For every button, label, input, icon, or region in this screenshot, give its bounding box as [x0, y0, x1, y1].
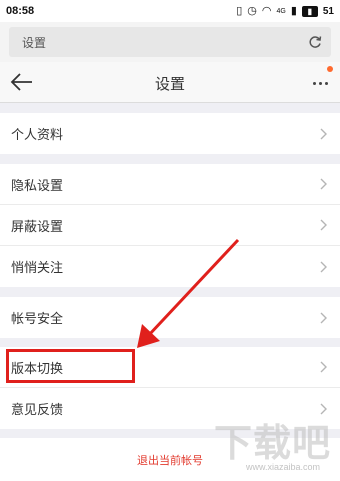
logout-label: 退出当前帐号	[137, 453, 203, 467]
settings-item-label: 版本切换	[11, 361, 64, 377]
page-title: 设置	[154, 75, 185, 93]
status-time: 08:58	[6, 5, 35, 17]
app-header: 设置	[0, 62, 340, 103]
vibrate-icon: ▯	[236, 4, 243, 17]
chevron-right-icon	[320, 312, 327, 323]
battery-icon: ▮	[301, 5, 318, 17]
status-icons: ▯ ◷ ◠ 4G ▮ ▮ 51	[236, 4, 334, 17]
chevron-right-icon	[320, 403, 327, 414]
address-area: 设置	[0, 22, 340, 62]
settings-item-label: 悄悄关注	[11, 261, 64, 276]
address-bar[interactable]: 设置	[9, 27, 331, 57]
settings-item-privacy[interactable]: 隐私设置	[0, 164, 340, 205]
address-text: 设置	[22, 35, 47, 50]
more-button[interactable]	[308, 72, 332, 94]
settings-item-label: 个人资料	[11, 128, 64, 143]
settings-item-feedback[interactable]: 意见反馈	[0, 388, 340, 429]
signal-icon: ▮	[290, 4, 297, 17]
settings-item-label: 意见反馈	[11, 403, 64, 418]
wifi-icon: ◠	[261, 4, 272, 17]
settings-item-secret-follow[interactable]: 悄悄关注	[0, 246, 340, 287]
logout-button[interactable]: 退出当前帐号	[0, 438, 340, 481]
refresh-icon[interactable]	[307, 34, 323, 50]
more-dots-icon	[312, 81, 316, 85]
network-type: 4G	[276, 7, 286, 15]
battery-level: 51	[322, 5, 334, 17]
chevron-right-icon	[320, 261, 327, 272]
chevron-right-icon	[320, 128, 327, 139]
settings-item-account-security[interactable]: 帐号安全	[0, 297, 340, 338]
settings-item-label: 隐私设置	[11, 178, 64, 194]
chevron-right-icon	[320, 178, 327, 190]
settings-item-block[interactable]: 屏蔽设置	[0, 205, 340, 246]
more-dot	[324, 81, 328, 85]
settings-item-label: 屏蔽设置	[11, 219, 64, 235]
settings-item-profile[interactable]: 个人资料	[0, 113, 340, 154]
status-bar: 08:58 ▯ ◷ ◠ 4G ▮ ▮ 51	[0, 0, 340, 22]
chevron-right-icon	[320, 219, 327, 231]
alarm-icon: ◷	[247, 4, 257, 17]
settings-item-version-switch[interactable]: 版本切换	[0, 347, 340, 388]
chevron-right-icon	[320, 361, 327, 373]
settings-item-label: 帐号安全	[11, 312, 64, 327]
notification-dot	[327, 66, 333, 72]
more-dot	[318, 81, 322, 85]
